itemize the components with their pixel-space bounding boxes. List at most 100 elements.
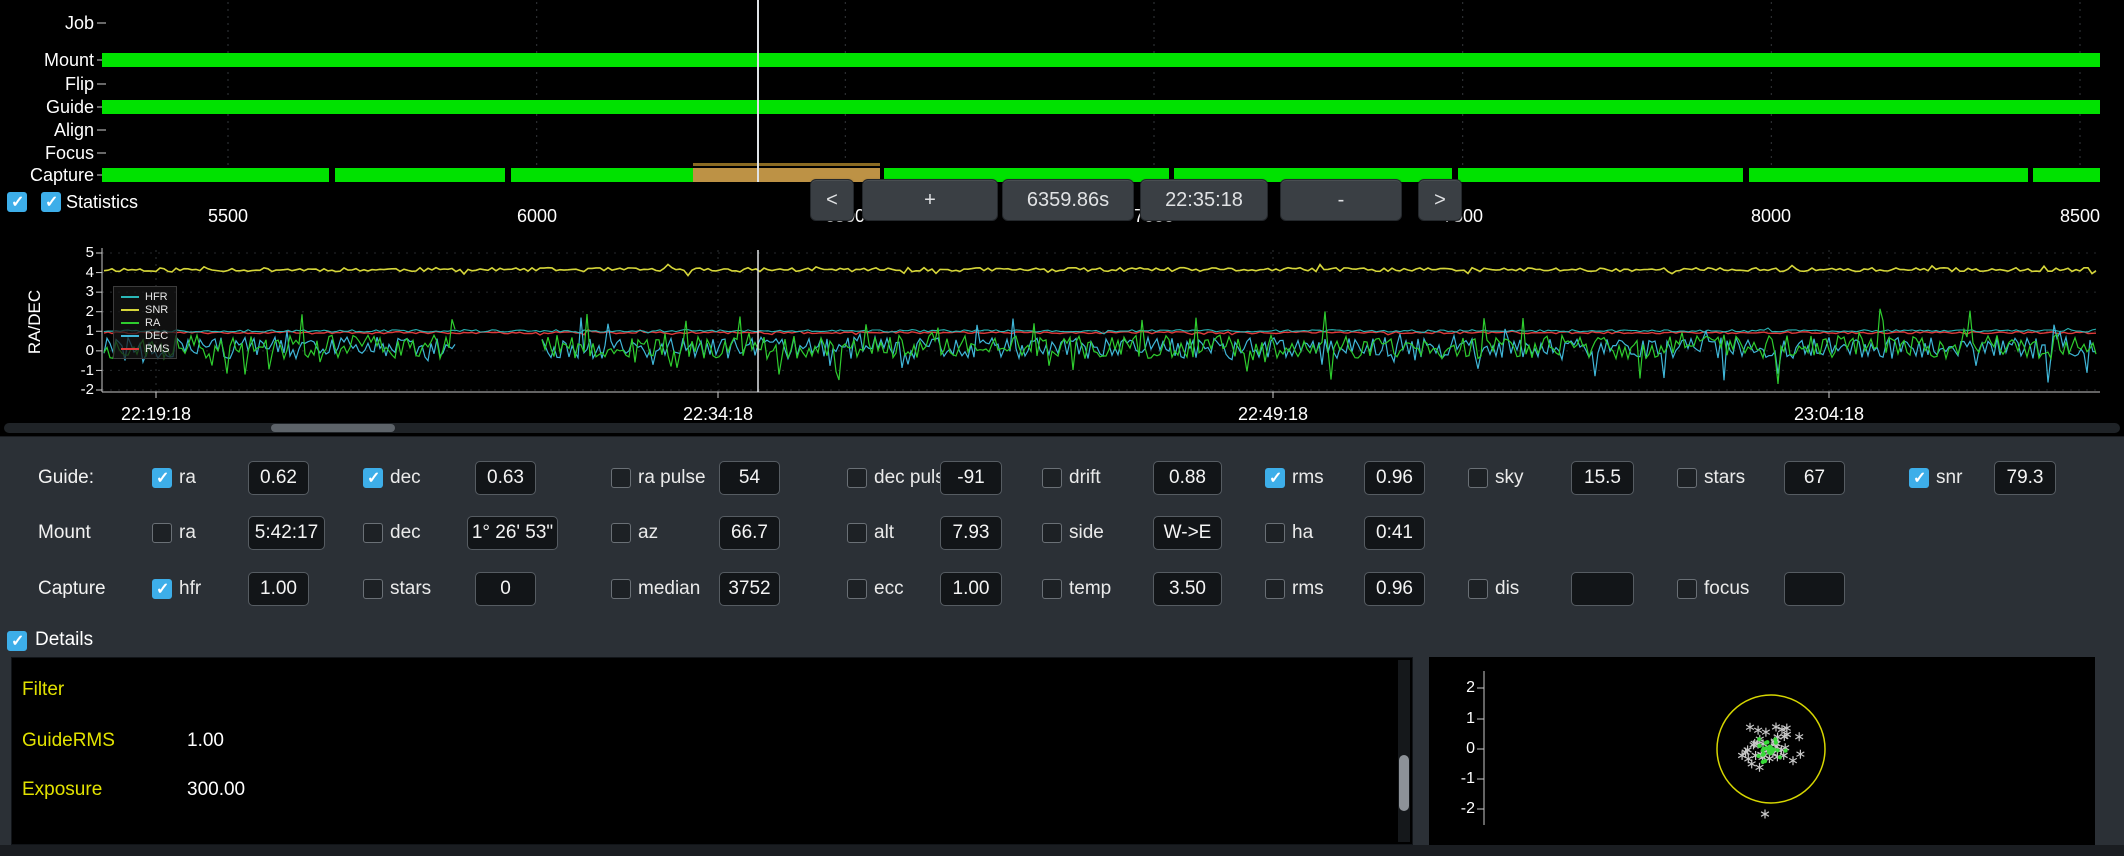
detail-key: Exposure	[22, 779, 103, 800]
radec-time-tick: 23:04:18	[1793, 404, 1865, 424]
mount-side-checkbox[interactable]	[1042, 523, 1062, 543]
mount-stats-row: Mount ra 5:42:17 dec 1° 26' 53" az 66.7 …	[0, 513, 2124, 553]
drift-ytick: 1	[1466, 710, 1475, 727]
capture-median-checkbox[interactable]	[611, 579, 631, 599]
guide-dec-value[interactable]: 0.63	[475, 461, 536, 495]
capture-rms: rms 0.96	[1265, 569, 1425, 609]
capture-stars-value[interactable]: 0	[475, 572, 536, 606]
details-vscrollbar-track[interactable]	[1398, 660, 1410, 842]
timeline-prev-button[interactable]: <	[810, 179, 854, 221]
guide-ra-pulse-value[interactable]: 54	[719, 461, 780, 495]
mount-alt-value[interactable]: 7.93	[940, 516, 1002, 550]
capture-median-value[interactable]: 3752	[719, 572, 780, 606]
guide-ra: ra 0.62	[152, 458, 309, 498]
mount-az: az 66.7	[611, 513, 780, 553]
guide-dec-pulse-value[interactable]: -91	[940, 461, 1002, 495]
mount-ha-checkbox[interactable]	[1265, 523, 1285, 543]
drift-ytick: 2	[1466, 679, 1475, 696]
guide-ra-checkbox[interactable]	[152, 468, 172, 488]
capture-ecc-checkbox[interactable]	[847, 579, 867, 599]
timeline-zoom-in-button[interactable]: +	[862, 179, 998, 221]
guide-sky-checkbox[interactable]	[1468, 468, 1488, 488]
mount-az-value[interactable]: 66.7	[719, 516, 780, 550]
guide-snr: snr 79.3	[1909, 458, 2056, 498]
guide-stars-checkbox[interactable]	[1677, 468, 1697, 488]
guide-dec-pulse-checkbox[interactable]	[847, 468, 867, 488]
capture-hfr-value[interactable]: 1.00	[248, 572, 309, 606]
capture-focus-checkbox[interactable]	[1677, 579, 1697, 599]
mount-az-checkbox[interactable]	[611, 523, 631, 543]
capture-dis-value[interactable]	[1571, 572, 1634, 606]
guide-ra-value[interactable]: 0.62	[248, 461, 309, 495]
guide-ra-pulse-checkbox[interactable]	[611, 468, 631, 488]
capture-focus-value[interactable]	[1784, 572, 1845, 606]
guide-stars-label: stars	[1704, 467, 1746, 488]
ekos-analyze-module: Job Mount Flip Guide Align Focus Capture…	[0, 0, 2124, 856]
capture-details-panel: Filter GuideRMS 1.00 Exposure 300.00	[11, 657, 1413, 845]
guide-dec-pulse: dec pulse -91	[847, 458, 1002, 498]
capture-focus: focus	[1677, 569, 1845, 609]
mount-side-value[interactable]: W->E	[1153, 516, 1222, 550]
mount-ha-label: ha	[1292, 522, 1314, 543]
capture-rms-checkbox[interactable]	[1265, 579, 1285, 599]
guide-snr-checkbox[interactable]	[1909, 468, 1929, 488]
capture-median: median 3752	[611, 569, 780, 609]
capture-temp-value[interactable]: 3.50	[1153, 572, 1222, 606]
timeline-row-job: Job	[64, 13, 94, 33]
guide-sky-label: sky	[1495, 467, 1524, 488]
timeline-next-button[interactable]: >	[1418, 179, 1462, 221]
capture-dis-label: dis	[1495, 578, 1520, 599]
radec-ytick: -1	[80, 362, 94, 379]
radec-ytick: -2	[80, 381, 94, 398]
capture-focus-label: focus	[1704, 578, 1750, 599]
legend-ra-swatch	[121, 321, 139, 324]
timeline-zoom-out-button[interactable]: -	[1280, 179, 1402, 221]
guide-stats-row: Guide: ra 0.62 dec 0.63 ra pulse 54 dec …	[0, 458, 2124, 498]
timeline-xtick: 5500	[207, 206, 249, 226]
legend-entry-hfr: HFR	[121, 290, 169, 303]
guide-sky-value[interactable]: 15.5	[1571, 461, 1634, 495]
guide-drift-value[interactable]: 0.88	[1153, 461, 1222, 495]
timeline-duration-display[interactable]: 6359.86s	[1002, 179, 1134, 221]
capture-stars-checkbox[interactable]	[363, 579, 383, 599]
guide-dec-checkbox[interactable]	[363, 468, 383, 488]
mount-dec-value[interactable]: 1° 26' 53"	[467, 516, 558, 550]
timeline-time-display[interactable]: 22:35:18	[1140, 179, 1268, 221]
radec-ytick: 1	[85, 322, 94, 339]
mount-ra-label: ra	[179, 522, 196, 543]
guide-drift-plot	[1477, 671, 1826, 825]
window-bottom-edge	[0, 845, 2124, 856]
guide-drift-checkbox[interactable]	[1042, 468, 1062, 488]
capture-dis-checkbox[interactable]	[1468, 579, 1488, 599]
timeline-xtick: 6000	[516, 206, 558, 226]
radec-hscrollbar-handle[interactable]	[271, 424, 395, 432]
mount-alt-checkbox[interactable]	[847, 523, 867, 543]
capture-temp-checkbox[interactable]	[1042, 579, 1062, 599]
guide-rms-value[interactable]: 0.96	[1364, 461, 1425, 495]
details-vscrollbar-handle[interactable]	[1399, 755, 1409, 811]
mount-row-caption: Mount	[38, 522, 91, 543]
capture-rms-value[interactable]: 0.96	[1364, 572, 1425, 606]
mount-dec-checkbox[interactable]	[363, 523, 383, 543]
timeline-row-flip: Flip	[64, 74, 94, 94]
details-checkbox[interactable]	[7, 631, 27, 651]
radec-time-tick: 22:34:18	[682, 404, 754, 424]
guide-stars-value[interactable]: 67	[1784, 461, 1845, 495]
radec-ytick: 2	[85, 303, 94, 320]
mount-ra-value[interactable]: 5:42:17	[248, 516, 325, 550]
mount-ra-checkbox[interactable]	[152, 523, 172, 543]
drift-ytick: -1	[1460, 770, 1475, 787]
mount-ha-value[interactable]: 0:41	[1364, 516, 1425, 550]
timeline-row-guide: Guide	[45, 97, 94, 117]
statistics-checkbox-right[interactable]	[41, 192, 61, 212]
timeline-xtick: 8500	[2059, 206, 2101, 226]
radec-ytick: 5	[85, 244, 94, 261]
guide-snr-value[interactable]: 79.3	[1994, 461, 2056, 495]
guide-sky: sky 15.5	[1468, 458, 1634, 498]
statistics-checkbox-left[interactable]	[7, 192, 27, 212]
capture-ecc-value[interactable]: 1.00	[940, 572, 1002, 606]
timeline-row-mount: Mount	[43, 50, 94, 70]
guide-rms-checkbox[interactable]	[1265, 468, 1285, 488]
capture-hfr-checkbox[interactable]	[152, 579, 172, 599]
radec-hscrollbar-track[interactable]	[4, 423, 2120, 433]
